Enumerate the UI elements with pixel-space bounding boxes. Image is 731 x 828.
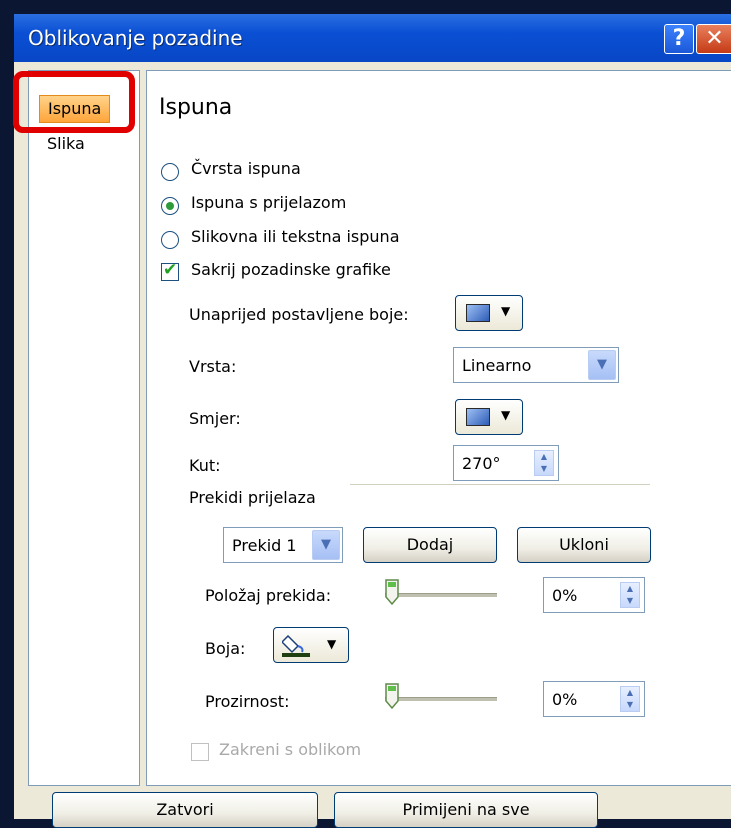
type-label: Vrsta: [189, 357, 237, 376]
gradient-fill-radio[interactable] [161, 197, 179, 215]
transparency-thumb[interactable] [385, 683, 399, 709]
hide-background-graphics-checkbox[interactable]: ✔ [161, 260, 179, 281]
transparency-label: Prozirnost: [205, 692, 290, 711]
preset-colors-button[interactable]: ▼ [455, 295, 523, 331]
transparency-spinner[interactable]: 0% ▲ ▼ [543, 681, 645, 717]
panel-heading: Ispuna [159, 95, 233, 120]
title-bar[interactable]: Oblikovanje pozadine ? ✕ [14, 14, 731, 62]
picture-texture-fill-radio[interactable] [161, 231, 179, 249]
down-arrow-icon[interactable]: ▼ [621, 595, 639, 607]
rotate-with-shape-checkbox[interactable] [191, 743, 209, 761]
paint-bucket-icon [282, 634, 310, 657]
format-background-dialog: Oblikovanje pozadine ? ✕ Ispuna Slika Is… [14, 14, 731, 828]
gradient-stops-group-label: Prekidi prijelaza [189, 488, 316, 507]
type-select[interactable]: Linearno ▼ [453, 347, 619, 383]
category-list: Ispuna Slika [28, 70, 140, 786]
preset-colors-label: Unaprijed postavljene boje: [189, 305, 409, 324]
footer: Zatvori Primijeni na sve [14, 784, 731, 828]
color-picker-button[interactable]: ▼ [273, 627, 349, 663]
spin-buttons[interactable]: ▲ ▼ [620, 582, 640, 608]
up-arrow-icon[interactable]: ▲ [621, 583, 639, 595]
rotate-with-shape-label: Zakreni s oblikom [219, 740, 362, 759]
checkmark-icon: ✔ [163, 260, 178, 280]
dropdown-arrow-icon: ▼ [501, 408, 511, 422]
dropdown-arrow-icon: ▼ [501, 304, 511, 318]
spin-buttons[interactable]: ▲ ▼ [534, 450, 554, 476]
stop-position-value: 0% [552, 586, 578, 605]
gradient-fill-label[interactable]: Ispuna s prijelazom [191, 193, 346, 212]
down-arrow-icon[interactable]: ▼ [621, 699, 639, 711]
spin-buttons[interactable]: ▲ ▼ [620, 686, 640, 712]
picture-texture-fill-label[interactable]: Slikovna ili tekstna ispuna [191, 227, 400, 246]
direction-label: Smjer: [189, 409, 241, 428]
down-arrow-icon[interactable]: ▼ [535, 463, 553, 475]
category-picture[interactable]: Slika [39, 131, 93, 157]
solid-fill-radio[interactable] [161, 163, 179, 181]
stop-position-thumb[interactable] [385, 579, 399, 605]
transparency-track[interactable] [385, 697, 497, 701]
help-button[interactable]: ? [664, 24, 694, 54]
add-stop-button[interactable]: Dodaj [363, 527, 497, 563]
angle-value: 270° [462, 454, 501, 473]
fill-panel: Ispuna Čvrsta ispuna Ispuna s prijelazom… [146, 70, 731, 786]
chevron-down-icon[interactable]: ▼ [588, 350, 616, 380]
stop-position-label: Položaj prekida: [205, 586, 332, 605]
angle-spinner[interactable]: 270° ▲ ▼ [453, 445, 559, 481]
group-divider [350, 484, 650, 485]
chevron-down-icon[interactable]: ▼ [312, 530, 340, 560]
dialog-title: Oblikovanje pozadine [28, 26, 243, 50]
hide-background-graphics-label[interactable]: Sakrij pozadinske grafike [191, 260, 391, 279]
preset-swatch-icon [466, 304, 490, 322]
close-dialog-button[interactable]: Zatvori [52, 792, 318, 828]
apply-to-all-button[interactable]: Primijeni na sve [334, 792, 598, 828]
remove-stop-button[interactable]: Ukloni [517, 527, 651, 563]
color-label: Boja: [205, 639, 246, 658]
direction-swatch-icon [466, 408, 490, 426]
question-mark-icon: ? [672, 26, 686, 51]
direction-button[interactable]: ▼ [455, 399, 523, 435]
stop-position-spinner[interactable]: 0% ▲ ▼ [543, 577, 645, 613]
close-x-icon: ✕ [705, 26, 724, 51]
gradient-stop-select[interactable]: Prekid 1 ▼ [223, 527, 343, 563]
highlight-annotation [13, 71, 135, 133]
close-button[interactable]: ✕ [696, 24, 731, 54]
solid-fill-label[interactable]: Čvrsta ispuna [191, 159, 301, 178]
up-arrow-icon[interactable]: ▲ [621, 687, 639, 699]
angle-label: Kut: [189, 456, 221, 475]
up-arrow-icon[interactable]: ▲ [535, 451, 553, 463]
stop-position-track[interactable] [385, 593, 497, 597]
transparency-value: 0% [552, 690, 578, 709]
gradient-stop-value: Prekid 1 [232, 536, 297, 555]
type-value: Linearno [462, 356, 532, 375]
dropdown-arrow-icon: ▼ [327, 637, 337, 651]
